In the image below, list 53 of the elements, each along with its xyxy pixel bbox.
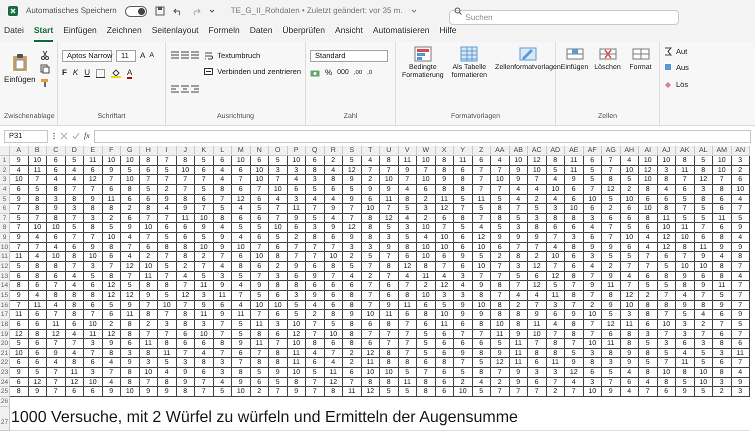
menu-tab[interactable]: Einfügen [63,24,97,42]
sum-icon [664,47,672,56]
wrap-icon [204,51,214,60]
search-field[interactable]: Suchen [448,10,678,24]
autosave-label: Automatisches Speichern [26,5,117,17]
menu-tab[interactable]: Seitenlayout [152,24,199,42]
underline-button[interactable]: U [84,67,90,79]
align-left-icon[interactable] [170,84,180,94]
italic-button[interactable]: K [72,67,78,79]
menu-tab[interactable]: Formeln [208,24,240,42]
autosave-toggle[interactable] [124,6,147,16]
copy-icon[interactable] [40,64,50,74]
borders-icon[interactable] [96,68,106,78]
menu-tab[interactable]: Automatisieren [372,24,430,42]
undo-icon[interactable] [172,6,183,16]
merge-icon [204,67,214,76]
format-cells-icon [632,46,650,62]
table-format-icon [460,46,478,62]
delete-cells-icon [598,46,616,62]
scissors-icon[interactable] [40,50,50,60]
insert-cells-icon [566,46,584,62]
excel-logo-icon [8,6,18,16]
grow-font-button[interactable]: A [140,50,146,62]
save-icon[interactable] [154,6,165,16]
percent-button[interactable]: % [325,67,332,79]
menu-tab[interactable]: Überprüfen [282,24,325,42]
menu-tab[interactable]: Zeichnen [106,24,142,42]
menu-tab[interactable]: Daten [250,24,272,42]
align-center-icon[interactable] [180,84,190,94]
align-bottom-icon[interactable] [190,50,200,60]
menu-tab[interactable]: Hilfe [440,24,457,42]
document-title: TE_G_II_Rohdaten • Zuletzt geändert: vor 35 m. [230,5,402,17]
search-icon [454,7,462,15]
clipboard-icon [12,54,28,72]
cell-styles-icon [518,46,537,62]
align-middle-icon[interactable] [180,50,190,60]
bold-button[interactable]: F [62,67,67,79]
chevron-icon [410,8,416,14]
eraser-icon [664,80,672,89]
menu-tab[interactable]: Datei [4,24,24,42]
currency-icon[interactable] [310,68,320,78]
align-top-icon[interactable] [170,50,180,60]
fill-color-icon[interactable] [111,68,122,78]
fill-down-icon [664,63,672,72]
conditional-format-icon [414,46,432,62]
align-right-icon[interactable] [190,84,200,94]
paste-button[interactable]: Einfügen [4,46,36,112]
font-color-button[interactable]: A [127,68,132,78]
formula-field[interactable] [94,130,751,142]
note-text: 1000 Versuche, mit 2 Würfel zu würfeln und Ermitteln der Augensumme [10,408,518,428]
menu-tab[interactable]: Ansicht [334,24,363,42]
insert-function-button[interactable]: fx [84,130,90,142]
format-painter-icon[interactable] [40,78,50,88]
